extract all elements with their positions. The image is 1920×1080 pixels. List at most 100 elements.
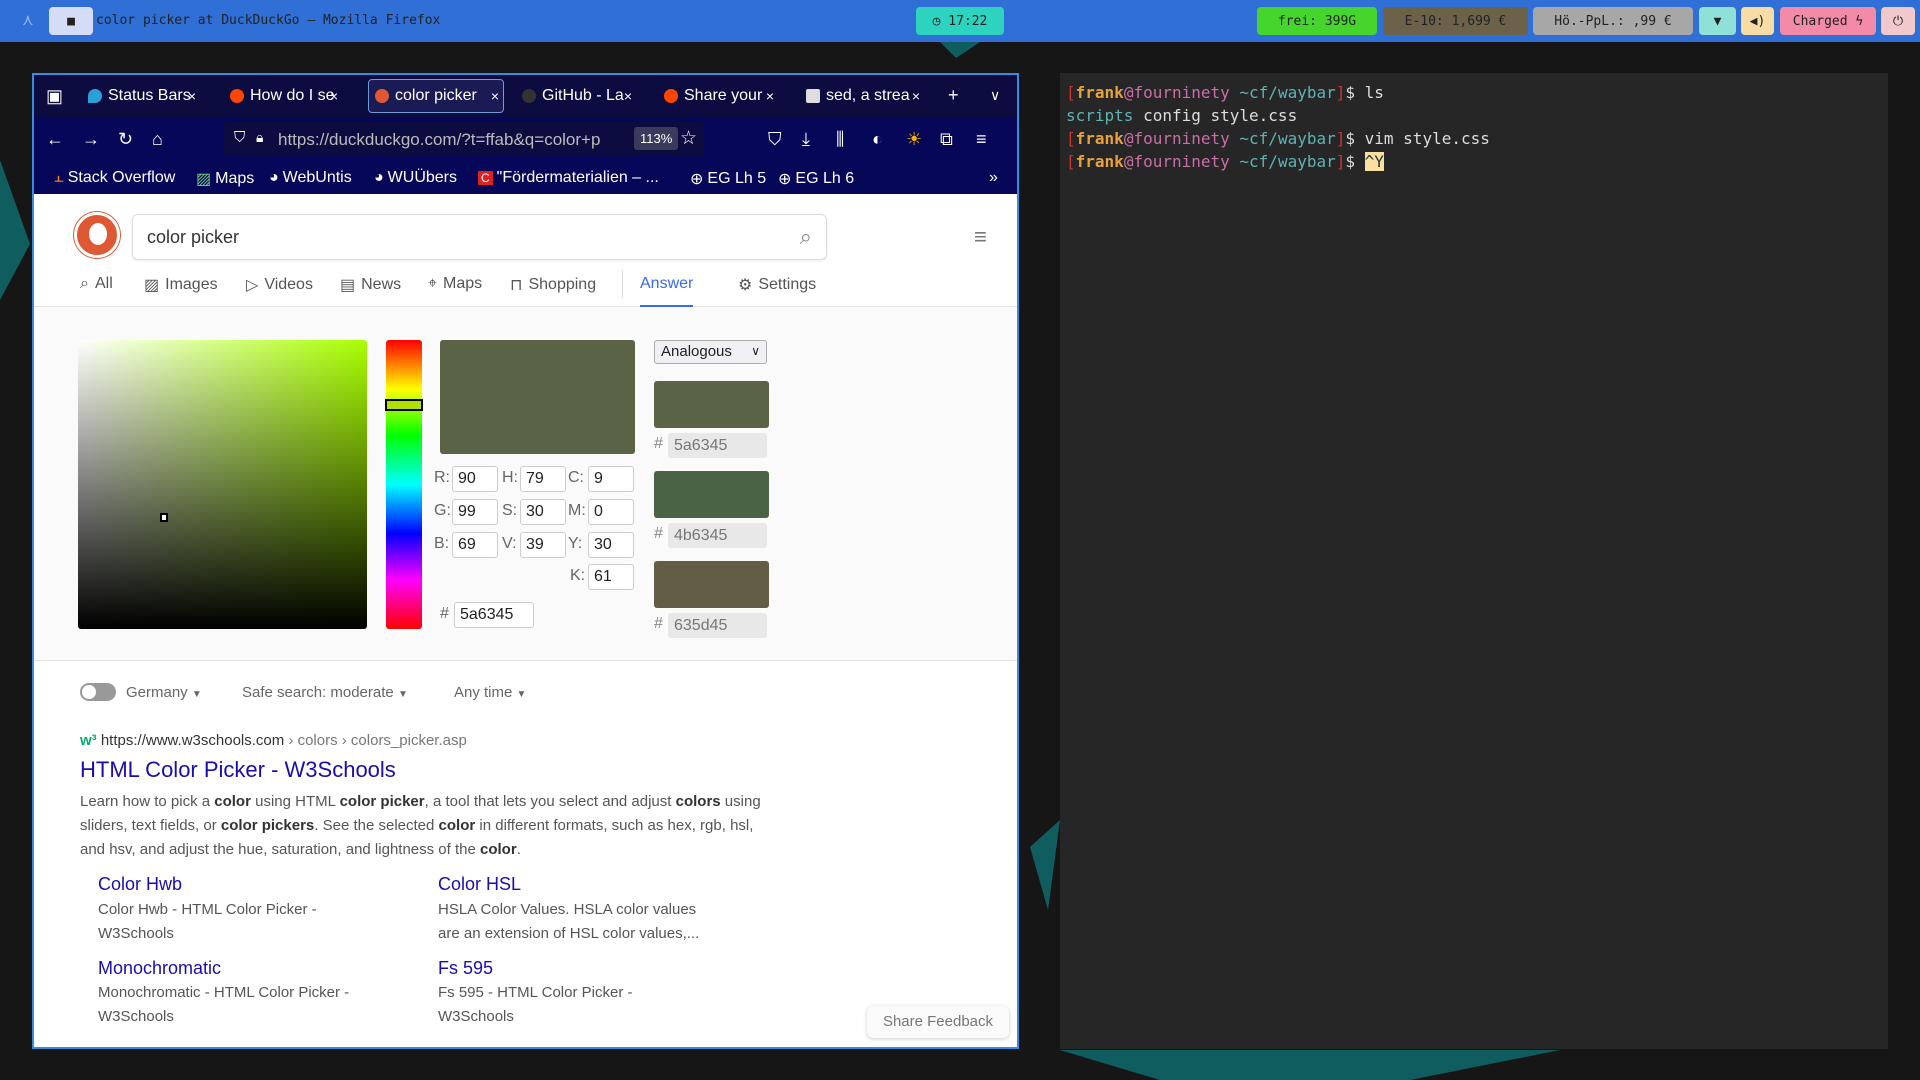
s-input[interactable]: 30 [520,499,566,525]
hue-slider-handle[interactable] [385,399,423,411]
hamburger-menu-icon[interactable]: ≡ [974,224,987,250]
m-input[interactable]: 0 [588,499,634,525]
new-tab-button[interactable]: + [948,85,959,105]
url-bar[interactable]: ⛉ 🔒︎ https://duckduckgo.com/?t=ffab&q=co… [224,122,704,156]
bookmark-stack-overflow[interactable]: ⫠ Stack Overflow [54,169,175,187]
r-input[interactable]: 90 [452,466,498,492]
globe-icon: ⊕ [690,171,704,188]
bookmark-webuntis[interactable]: ◕ WebUntis [269,169,352,187]
extension-dark-icon[interactable]: ◐ [872,129,883,149]
k-label: K: [570,567,586,584]
search-input[interactable]: color picker ⌕ [132,214,827,260]
bookmark-eg-lh6[interactable]: ⊕ EG Lh 6 [778,169,854,189]
tab-videos[interactable]: ▷ Videos [246,275,313,295]
result-title-link[interactable]: HTML Color Picker - W3Schools [80,757,396,783]
tab-overview-icon[interactable]: ▣ [46,86,63,106]
tab-list-chevron-icon[interactable]: ∨ [990,85,1000,105]
safe-search-filter[interactable]: Safe search: moderate ▼ [242,684,408,701]
reload-icon[interactable]: ↻ [118,129,133,149]
workspace-button[interactable]: ■ [49,7,93,35]
c-input[interactable]: 9 [588,466,634,492]
saturation-value-area[interactable] [78,340,367,629]
tab-reddit[interactable]: How do I se × [224,81,342,111]
scheme-swatch-3[interactable] [654,561,769,608]
back-icon[interactable]: ← [46,129,64,149]
sublink-fs-595[interactable]: Fs 595 [438,958,493,979]
wifi-icon[interactable]: ▼ [1699,7,1736,35]
region-toggle[interactable] [80,683,116,701]
v-input[interactable]: 39 [520,532,566,558]
shield-icon[interactable]: ⛉ [234,129,245,146]
bookmark-maps[interactable]: ▨ Maps [196,169,254,189]
terminal-window[interactable]: [frank@fourninety ~cf/waybar]$ ls scripts… [1060,73,1888,1049]
sublink-monochromatic[interactable]: Monochromatic [98,958,221,979]
power-icon[interactable]: ⏻ [1881,7,1915,35]
menu-icon[interactable]: ≡ [976,129,987,149]
forward-icon[interactable]: → [82,129,100,149]
b-input[interactable]: 69 [452,532,498,558]
tab-all[interactable]: ⌕ All [80,275,113,293]
tab-answer[interactable]: Answer [640,275,694,307]
zoom-level[interactable]: 113% [634,127,679,150]
h-input[interactable]: 79 [520,466,566,492]
close-icon[interactable]: × [624,88,632,104]
bookmark-foerdermaterialien[interactable]: C "Fördermaterialien – ... [478,169,659,187]
close-icon[interactable]: × [491,88,499,104]
home-icon[interactable]: ⌂ [152,129,163,149]
tab-images[interactable]: ▨ Images [144,275,218,295]
region-filter[interactable]: Germany ▼ [126,684,202,701]
tab-reddit-share[interactable]: Share your × [658,81,778,111]
hex-input[interactable]: 5a6345 [454,602,534,628]
tab-maps[interactable]: ⌖ Maps [428,275,482,293]
scheme-select[interactable]: Analogous ∨ [654,340,767,364]
desc-line: Color Hwb - HTML Color Picker - [98,901,317,918]
tab-shopping[interactable]: ⊓ Shopping [510,275,596,295]
sublink-color-hwb[interactable]: Color Hwb [98,874,182,895]
more-bookmarks-icon[interactable]: » [989,169,998,187]
hue-slider[interactable] [385,340,423,629]
library-icon[interactable]: ⫼ [836,129,844,149]
launcher-icon[interactable]: ⋏ [22,10,34,30]
bookmark-wuubers[interactable]: ◕ WUÜbers [374,169,457,187]
tab-label: Images [165,276,218,293]
close-icon[interactable]: × [330,88,338,104]
highlight: color [214,793,251,810]
close-icon[interactable]: × [188,88,196,104]
tab-status-bars[interactable]: Status Bars × [82,81,200,111]
clock[interactable]: ◷ 17:22 [916,7,1004,35]
scheme-swatch-1[interactable] [654,381,769,428]
scheme-swatch-2[interactable] [654,471,769,518]
url-text[interactable]: https://duckduckgo.com/?t=ffab&q=color+p [278,130,618,150]
volume-icon[interactable]: ◀) [1741,7,1774,35]
prompt-user: frank [1075,152,1124,171]
duckduckgo-logo[interactable] [74,212,120,258]
k-input[interactable]: 61 [588,564,634,590]
tab-label: GitHub - La [542,87,624,104]
bookmark-label: Maps [215,170,255,187]
tab-sed[interactable]: sed, a strea × [800,81,924,111]
tab-github[interactable]: GitHub - La × [516,81,636,111]
color-cursor[interactable] [160,513,168,522]
tab-news[interactable]: ▤ News [340,275,401,295]
download-icon[interactable]: ⤓ [802,129,810,149]
g-input[interactable]: 99 [452,499,498,525]
share-feedback-button[interactable]: Share Feedback [867,1006,1009,1038]
bookmark-eg-lh5[interactable]: ⊕ EG Lh 5 [690,169,766,189]
pocket-icon[interactable]: ⛉ [768,129,782,149]
tab-settings[interactable]: ⚙ Settings [738,275,816,295]
extensions-icon[interactable]: ⧉ [940,129,953,149]
y-input[interactable]: 30 [588,532,634,558]
time-filter[interactable]: Any time ▼ [454,684,526,701]
result-url[interactable]: w³ https://www.w3schools.com › colors › … [80,732,467,749]
sun-icon[interactable]: ☀ [906,129,922,149]
lock-icon[interactable]: 🔒︎ [256,129,263,146]
bookmark-star-icon[interactable]: ☆ [680,127,697,150]
desc-line: W3Schools [438,1008,514,1025]
search-icon[interactable]: ⌕ [800,224,812,250]
highlight: color pickers [220,817,315,834]
sublink-color-hsl[interactable]: Color HSL [438,874,521,895]
close-icon[interactable]: × [912,88,920,104]
safe-search-label: Safe search: moderate [242,684,394,701]
tab-color-picker[interactable]: color picker × [368,79,504,113]
close-icon[interactable]: × [766,88,774,104]
